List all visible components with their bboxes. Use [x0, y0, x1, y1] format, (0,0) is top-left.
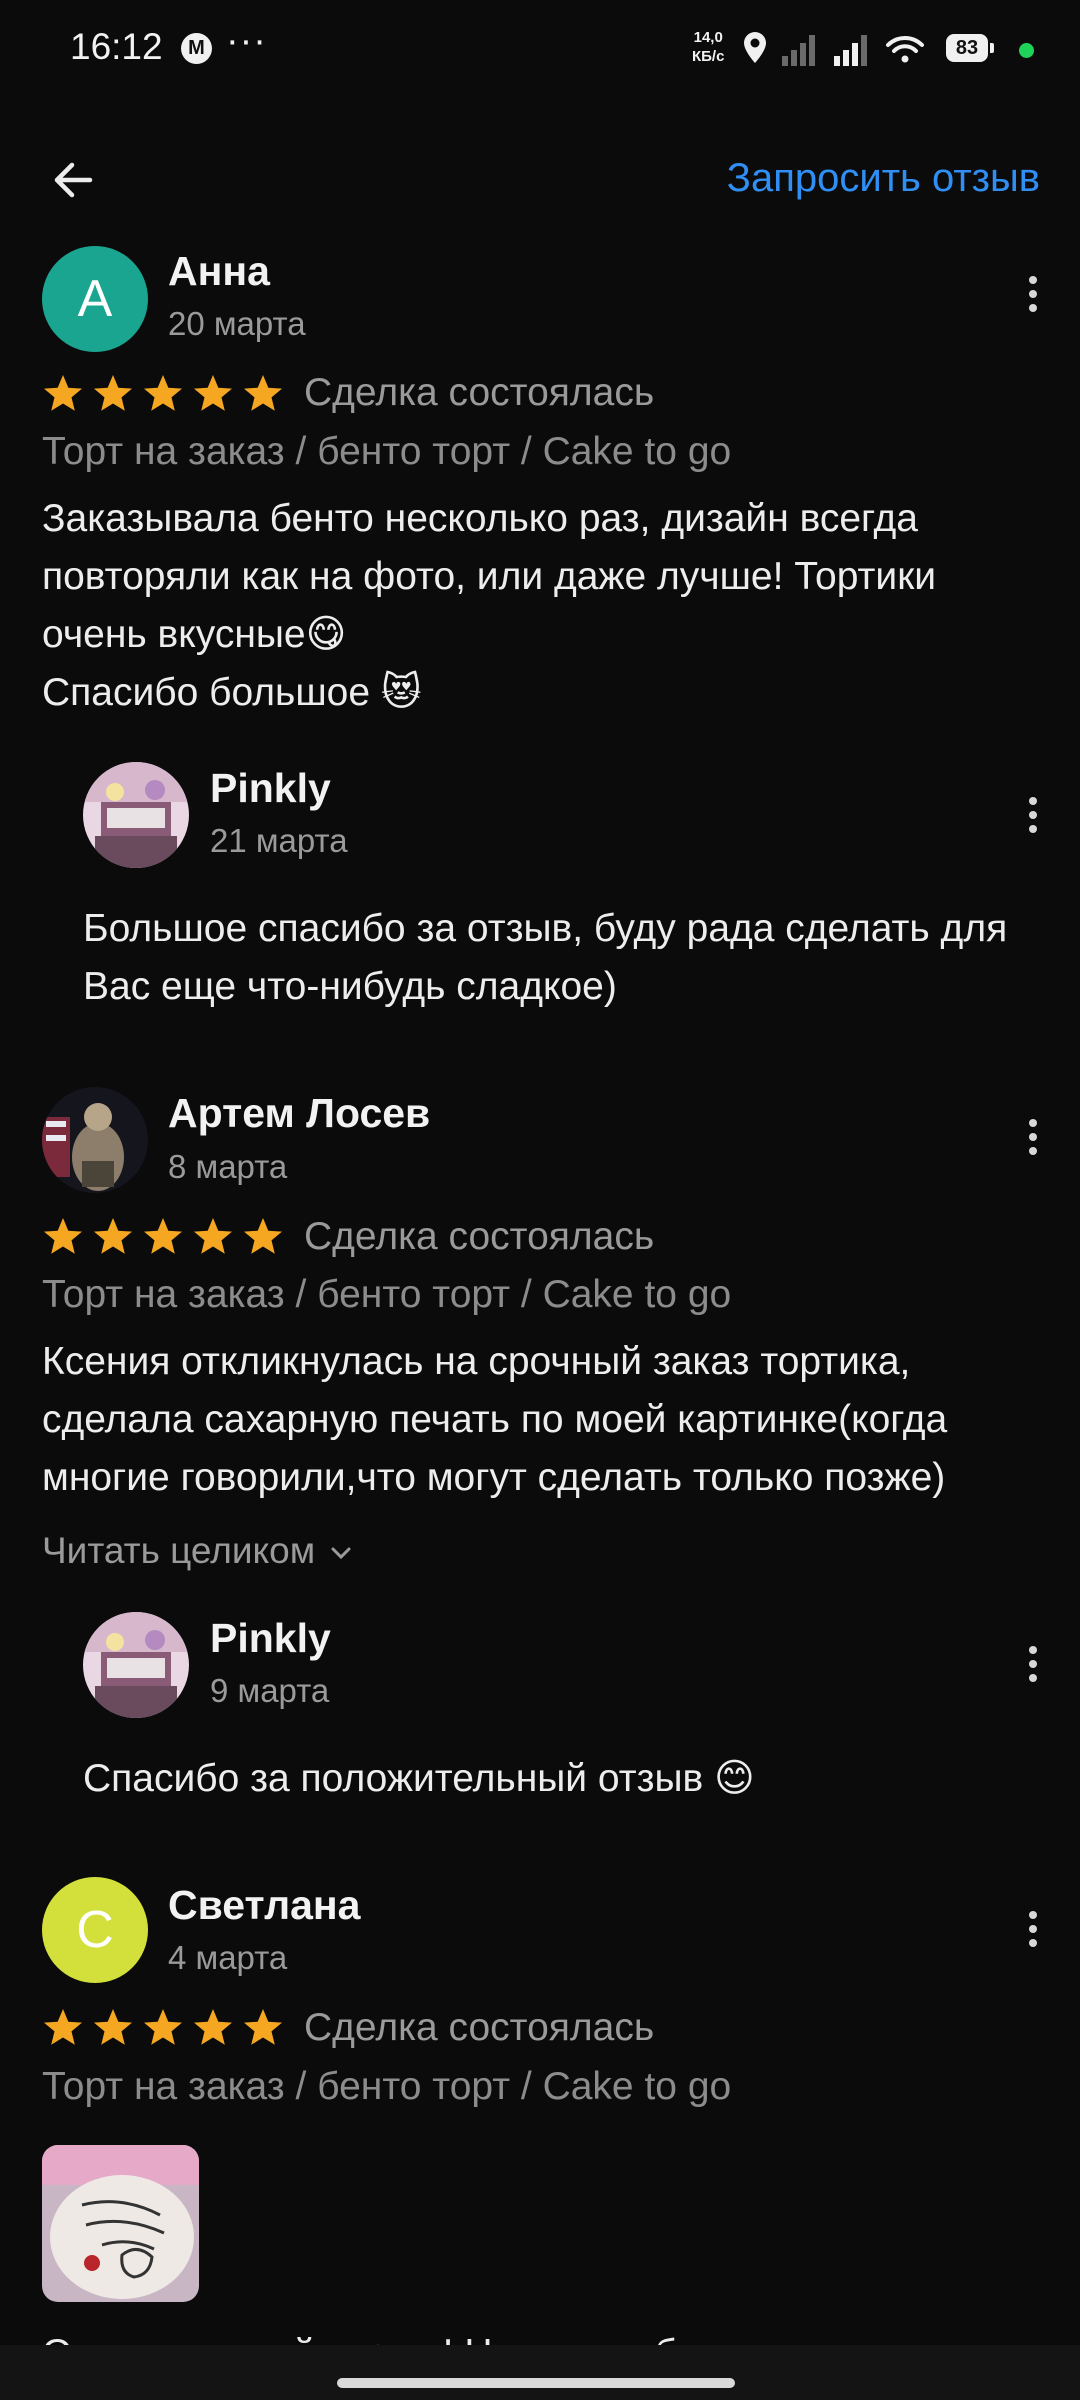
seller-reply-author[interactable]: Pinkly: [210, 765, 331, 812]
network-speed-unit: КБ/с: [692, 48, 725, 65]
star-icon: [194, 1218, 232, 1254]
network-speed-value: 14,0: [693, 29, 723, 46]
battery-icon: 83: [946, 34, 994, 62]
star-icon: [194, 2009, 232, 2045]
more-notifications-icon: ···: [226, 20, 267, 62]
status-time: 16:12: [70, 26, 163, 67]
star-icon: [44, 2009, 82, 2045]
star-icon: [144, 375, 182, 411]
deal-status: Сделка состоялась: [304, 1215, 655, 1258]
seller-reply-date: 21 марта: [210, 822, 348, 859]
mail-notification-icon: M: [181, 33, 212, 64]
review-text: Ксения откликнулась на срочный заказ тор…: [42, 1340, 948, 1499]
status-icons: [744, 32, 924, 66]
star-icon: [94, 1218, 132, 1254]
avatar[interactable]: А: [42, 246, 148, 352]
network-speed: 14,0 КБ/с: [692, 28, 724, 66]
rating-stars: [44, 2009, 282, 2045]
star-icon: [144, 2009, 182, 2045]
review-category: Торт на заказ / бенто торт / Cake to go: [42, 1273, 732, 1316]
seller-reply-text: Большое спасибо за отзыв, буду рада сдел…: [83, 907, 1008, 1008]
seller-avatar-image: [83, 762, 189, 868]
review-author[interactable]: Анна: [168, 248, 270, 295]
request-review-button[interactable]: Запросить отзыв: [727, 156, 1040, 201]
location-icon: [744, 32, 766, 63]
avatar[interactable]: [42, 1087, 148, 1193]
review-category: Торт на заказ / бенто торт / Cake to go: [42, 2065, 732, 2108]
review-text: Заказывала бенто несколько раз, дизайн в…: [42, 497, 937, 714]
star-icon: [244, 2009, 282, 2045]
star-icon: [144, 1218, 182, 1254]
signal-1-icon: [782, 35, 815, 66]
review-date: 4 марта: [168, 1939, 288, 1976]
deal-status: Сделка состоялась: [304, 371, 655, 414]
review-author[interactable]: Светлана: [168, 1882, 361, 1929]
signal-2-icon: [834, 35, 867, 66]
review-date: 20 марта: [168, 305, 306, 342]
review-author[interactable]: Артем Лосев: [168, 1090, 430, 1137]
star-icon: [94, 2009, 132, 2045]
seller-reply-author[interactable]: Pinkly: [210, 1615, 331, 1662]
rating-stars: [44, 375, 282, 411]
review-category: Торт на заказ / бенто торт / Cake to go: [42, 430, 732, 473]
camera-dot-icon: [1019, 43, 1034, 58]
top-app-bar: Запросить отзыв: [0, 130, 1080, 226]
seller-reply-date: 9 марта: [210, 1672, 330, 1709]
navigation-bar: [0, 2345, 1080, 2400]
home-indicator[interactable]: [337, 2378, 735, 2388]
status-bar: 16:12 M ··· 14,0 КБ/с 83: [0, 0, 1080, 100]
seller-avatar[interactable]: [83, 1612, 189, 1718]
more-options-icon[interactable]: [1012, 264, 1052, 324]
more-options-icon[interactable]: [1012, 1634, 1052, 1694]
seller-avatar[interactable]: [83, 762, 189, 868]
star-icon: [244, 1218, 282, 1254]
deal-status: Сделка состоялась: [304, 2006, 655, 2049]
star-icon: [44, 375, 82, 411]
more-options-icon[interactable]: [1012, 785, 1052, 845]
more-options-icon[interactable]: [1012, 1107, 1052, 1167]
chevron-down-icon: [331, 1547, 351, 1560]
avatar-image: [42, 1087, 148, 1193]
review-photo-image: [42, 2145, 199, 2302]
star-icon: [194, 375, 232, 411]
review-photo[interactable]: [42, 2145, 199, 2302]
read-more-label: Читать целиком: [42, 1530, 316, 1571]
star-icon: [44, 1218, 82, 1254]
more-options-icon[interactable]: [1012, 1899, 1052, 1959]
rating-stars: [44, 1218, 282, 1254]
wifi-icon: [886, 35, 924, 63]
back-arrow-icon[interactable]: [46, 152, 102, 208]
star-icon: [94, 375, 132, 411]
read-more-link[interactable]: Читать целиком: [42, 1530, 353, 1572]
avatar[interactable]: С: [42, 1877, 148, 1983]
review-date: 8 марта: [168, 1148, 288, 1185]
star-icon: [244, 375, 282, 411]
seller-reply-text: Спасибо за положительный отзыв 😊: [83, 1757, 755, 1800]
seller-avatar-image: [83, 1612, 189, 1718]
